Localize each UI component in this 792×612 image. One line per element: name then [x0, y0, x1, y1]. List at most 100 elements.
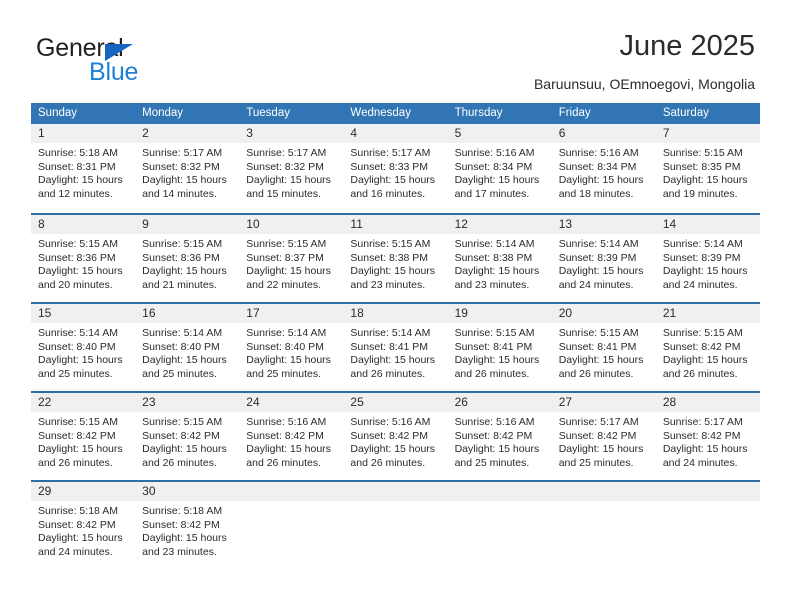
sunset-time: Sunset: 8:39 PM	[558, 251, 637, 264]
calendar-week-row: 8 Sunrise: 5:15 AM Sunset: 8:36 PM Daylight…	[31, 213, 760, 302]
calendar-page: General Blue June 2025 Baruunsuu, OEmnoe…	[0, 0, 792, 612]
sunset-time: Sunset: 8:42 PM	[38, 429, 116, 442]
calendar-day-cell[interactable]: 11 Sunrise: 5:15 AM Sunset: 8:38 PM Dayligh…	[343, 215, 448, 302]
general-blue-logo[interactable]: General Blue	[36, 34, 236, 86]
sunrise-time: Sunrise: 5:18 AM	[38, 147, 118, 159]
daylight-duration-line1: Daylight: 15 hours	[246, 265, 331, 277]
calendar-day-cell[interactable]: 24 Sunrise: 5:16 AM Sunset: 8:42 PM Dayligh…	[239, 393, 344, 480]
day-number-band	[343, 482, 448, 501]
day-number: 16	[142, 306, 156, 320]
page-subtitle-location: Baruunsuu, OEmnoegovi, Mongolia	[533, 76, 755, 92]
calendar-day-cell[interactable]: 1 Sunrise: 5:18 AM Sunset: 8:31 PM Daylight…	[31, 124, 136, 213]
day-number-band: 26	[447, 393, 552, 412]
sunrise-time: Sunrise: 5:14 AM	[454, 238, 535, 250]
calendar-day-cell[interactable]: 13 Sunrise: 5:14 AM Sunset: 8:39 PM Dayligh…	[551, 215, 656, 302]
daylight-duration-line2: and 24 minutes.	[662, 456, 738, 469]
day-details: Sunrise: 5:14 AM Sunset: 8:41 PM Daylight:…	[343, 323, 447, 381]
calendar-day-cell[interactable]: 22 Sunrise: 5:15 AM Sunset: 8:42 PM Dayligh…	[31, 393, 136, 480]
weekday-header-row: Sunday Monday Tuesday Wednesday Thursday…	[31, 103, 760, 124]
calendar-day-cell[interactable]: 19 Sunrise: 5:15 AM Sunset: 8:41 PM Dayligh…	[447, 304, 552, 391]
calendar-day-cell[interactable]: 30 Sunrise: 5:18 AM Sunset: 8:42 PM Dayligh…	[135, 482, 240, 569]
calendar-day-cell[interactable]: 12 Sunrise: 5:14 AM Sunset: 8:38 PM Dayligh…	[447, 215, 552, 302]
day-number: 17	[246, 306, 260, 320]
daylight-duration-line2: and 26 minutes.	[558, 367, 634, 380]
calendar-day-cell[interactable]: 7 Sunrise: 5:15 AM Sunset: 8:35 PM Daylight…	[655, 124, 760, 213]
day-number-band: 16	[135, 304, 240, 323]
day-number: 7	[662, 126, 670, 140]
day-number-band: 5	[447, 124, 552, 143]
day-number-band: 20	[551, 304, 656, 323]
daylight-duration-line1: Daylight: 15 hours	[662, 265, 748, 277]
day-details	[343, 501, 447, 505]
sunrise-time: Sunrise: 5:17 AM	[350, 147, 431, 159]
day-details: Sunrise: 5:14 AM Sunset: 8:38 PM Daylight:…	[448, 234, 552, 292]
day-details	[448, 501, 552, 505]
calendar-day-cell[interactable]: 26 Sunrise: 5:16 AM Sunset: 8:42 PM Dayligh…	[447, 393, 552, 480]
daylight-duration-line1: Daylight: 15 hours	[38, 532, 123, 544]
daylight-duration-line2: and 25 minutes.	[142, 367, 217, 380]
calendar-day-cell[interactable]: 29 Sunrise: 5:18 AM Sunset: 8:42 PM Dayligh…	[31, 482, 136, 569]
daylight-duration-line1: Daylight: 15 hours	[246, 174, 331, 186]
sunrise-time: Sunrise: 5:15 AM	[662, 147, 743, 159]
calendar-day-cell[interactable]: 4 Sunrise: 5:17 AM Sunset: 8:33 PM Daylight…	[343, 124, 448, 213]
day-number-band: 21	[655, 304, 760, 323]
calendar-day-cell[interactable]: 23 Sunrise: 5:15 AM Sunset: 8:42 PM Dayligh…	[135, 393, 240, 480]
daylight-duration-line1: Daylight: 15 hours	[142, 265, 227, 277]
day-number: 6	[558, 126, 566, 140]
day-details: Sunrise: 5:17 AM Sunset: 8:42 PM Daylight:…	[656, 412, 760, 470]
daylight-duration-line1: Daylight: 15 hours	[662, 174, 748, 186]
daylight-duration-line2: and 26 minutes.	[350, 367, 426, 380]
calendar-day-cell[interactable]: 25 Sunrise: 5:16 AM Sunset: 8:42 PM Dayligh…	[343, 393, 448, 480]
calendar-day-cell[interactable]: 28 Sunrise: 5:17 AM Sunset: 8:42 PM Dayligh…	[655, 393, 760, 480]
calendar-day-cell[interactable]: 18 Sunrise: 5:14 AM Sunset: 8:41 PM Dayligh…	[343, 304, 448, 391]
calendar-day-cell[interactable]: 8 Sunrise: 5:15 AM Sunset: 8:36 PM Daylight…	[31, 215, 136, 302]
sunset-time: Sunset: 8:32 PM	[142, 160, 220, 173]
sunset-time: Sunset: 8:34 PM	[454, 160, 533, 173]
calendar-day-cell[interactable]: 2 Sunrise: 5:17 AM Sunset: 8:32 PM Daylight…	[135, 124, 240, 213]
day-number-band: 17	[239, 304, 344, 323]
sunset-time: Sunset: 8:42 PM	[558, 429, 637, 442]
calendar-day-cell[interactable]: 16 Sunrise: 5:14 AM Sunset: 8:40 PM Dayligh…	[135, 304, 240, 391]
calendar-day-cell[interactable]: 10 Sunrise: 5:15 AM Sunset: 8:37 PM Dayligh…	[239, 215, 344, 302]
calendar-day-cell[interactable]: 15 Sunrise: 5:14 AM Sunset: 8:40 PM Dayligh…	[31, 304, 136, 391]
calendar-day-cell[interactable]: 3 Sunrise: 5:17 AM Sunset: 8:32 PM Daylight…	[239, 124, 344, 213]
sunset-time: Sunset: 8:42 PM	[350, 429, 429, 442]
calendar-day-cell[interactable]: 27 Sunrise: 5:17 AM Sunset: 8:42 PM Dayligh…	[551, 393, 656, 480]
calendar-day-cell[interactable]: 5 Sunrise: 5:16 AM Sunset: 8:34 PM Daylight…	[447, 124, 552, 213]
day-details: Sunrise: 5:14 AM Sunset: 8:39 PM Daylight:…	[656, 234, 760, 292]
daylight-duration-line1: Daylight: 15 hours	[662, 443, 748, 455]
day-number: 9	[142, 217, 149, 231]
daylight-duration-line2: and 20 minutes.	[38, 278, 113, 291]
daylight-duration-line2: and 26 minutes.	[38, 456, 113, 469]
sunrise-time: Sunrise: 5:14 AM	[246, 327, 327, 339]
day-details: Sunrise: 5:15 AM Sunset: 8:42 PM Daylight:…	[135, 412, 239, 470]
day-details: Sunrise: 5:18 AM Sunset: 8:42 PM Daylight:…	[31, 501, 135, 559]
calendar-day-cell[interactable]: 21 Sunrise: 5:15 AM Sunset: 8:42 PM Dayligh…	[655, 304, 760, 391]
daylight-duration-line2: and 15 minutes.	[246, 187, 321, 200]
day-number-band: 2	[135, 124, 240, 143]
sunset-time: Sunset: 8:38 PM	[350, 251, 429, 264]
sunset-time: Sunset: 8:31 PM	[38, 160, 116, 173]
sunset-time: Sunset: 8:38 PM	[454, 251, 533, 264]
calendar-day-cell[interactable]: 17 Sunrise: 5:14 AM Sunset: 8:40 PM Dayligh…	[239, 304, 344, 391]
daylight-duration-line2: and 12 minutes.	[38, 187, 113, 200]
calendar-day-cell-empty	[343, 482, 448, 569]
calendar-day-cell[interactable]: 9 Sunrise: 5:15 AM Sunset: 8:36 PM Daylight…	[135, 215, 240, 302]
calendar-day-cell[interactable]: 6 Sunrise: 5:16 AM Sunset: 8:34 PM Daylight…	[551, 124, 656, 213]
daylight-duration-line1: Daylight: 15 hours	[558, 265, 644, 277]
day-details	[239, 501, 343, 505]
day-number: 30	[142, 484, 156, 498]
day-details: Sunrise: 5:18 AM Sunset: 8:42 PM Daylight:…	[135, 501, 239, 559]
daylight-duration-line1: Daylight: 15 hours	[142, 174, 227, 186]
sunset-time: Sunset: 8:42 PM	[454, 429, 533, 442]
day-number-band: 4	[343, 124, 448, 143]
calendar-day-cell[interactable]: 14 Sunrise: 5:14 AM Sunset: 8:39 PM Dayligh…	[655, 215, 760, 302]
calendar-day-cell[interactable]: 20 Sunrise: 5:15 AM Sunset: 8:41 PM Dayligh…	[551, 304, 656, 391]
sunset-time: Sunset: 8:32 PM	[246, 160, 324, 173]
daylight-duration-line1: Daylight: 15 hours	[142, 443, 227, 455]
day-number: 4	[350, 126, 358, 140]
day-details: Sunrise: 5:15 AM Sunset: 8:41 PM Daylight:…	[552, 323, 656, 381]
daylight-duration-line1: Daylight: 15 hours	[662, 354, 748, 366]
sunrise-time: Sunrise: 5:15 AM	[142, 238, 223, 250]
calendar-weeks: 1 Sunrise: 5:18 AM Sunset: 8:31 PM Daylight…	[31, 124, 760, 569]
